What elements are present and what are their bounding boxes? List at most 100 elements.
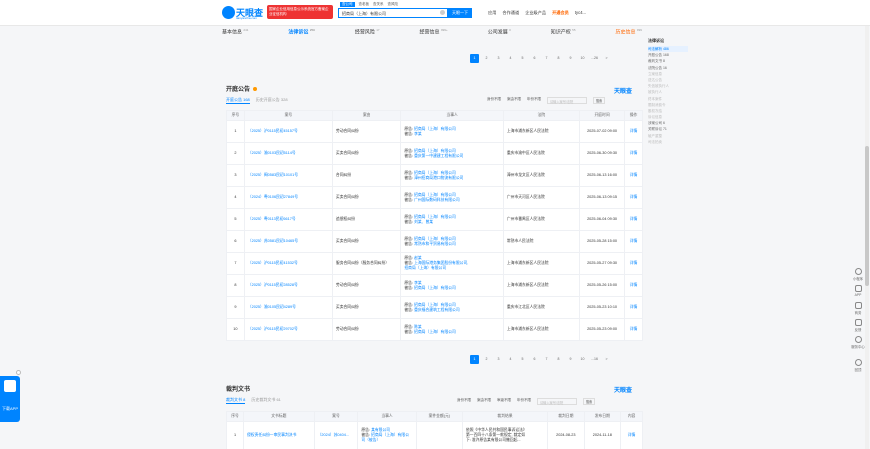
nav-enterprise[interactable]: 企业级产品: [525, 10, 546, 16]
detail-link[interactable]: 详情: [620, 421, 643, 449]
hearings-search-input[interactable]: 请输入案号/法院: [547, 97, 587, 104]
page-button[interactable]: 1: [470, 355, 479, 364]
page-button[interactable]: 6: [530, 54, 539, 63]
filter-role-dropdown[interactable]: 身份不限: [457, 398, 471, 405]
document-title-link[interactable]: 侵权责任纠纷一审民事判决书: [243, 421, 315, 449]
filter-year-dropdown[interactable]: 年份不限: [527, 97, 541, 104]
party-line[interactable]: 招商局（上海）有限公司: [404, 266, 499, 271]
case-number-link[interactable]: （2025）渝0103民初5114号: [243, 142, 333, 165]
party-name-link[interactable]: 李某: [414, 132, 422, 136]
page-button[interactable]: 3: [494, 54, 503, 63]
filter-reason-dropdown[interactable]: 案由不限: [477, 398, 491, 405]
page-button[interactable]: 7: [542, 54, 551, 63]
page-button[interactable]: 8: [554, 355, 563, 364]
detail-link[interactable]: 详情: [624, 142, 643, 165]
page-button[interactable]: 9: [566, 355, 575, 364]
page-button[interactable]: 6: [530, 355, 539, 364]
page-button[interactable]: ...16: [590, 355, 599, 364]
party-line[interactable]: 被告: 常熟市和平贸易有限公司: [404, 242, 499, 247]
case-number-link[interactable]: （2025）沪0115民初45157号: [243, 120, 333, 143]
detail-link[interactable]: 详情: [624, 274, 643, 297]
case-number-link[interactable]: （2025）粤0113民初6617号: [243, 208, 333, 231]
nav-vip[interactable]: 开通会员: [552, 10, 569, 16]
tab-ip[interactable]: 知识产权 55: [551, 28, 576, 37]
party-line[interactable]: 被告: 漳州招商局港口物流有限公司: [404, 176, 499, 181]
tab-operating-info[interactable]: 经营信息 999+: [420, 28, 448, 37]
next-page-button[interactable]: >: [602, 54, 611, 63]
nav-partners[interactable]: 合作通道: [502, 10, 519, 16]
party-name-link[interactable]: 重庆福合建筑工程有限公司: [414, 308, 460, 312]
detail-link[interactable]: 详情: [624, 252, 643, 275]
party-line[interactable]: 被告: 广州国际数码科技有限公司: [404, 198, 499, 203]
page-button[interactable]: 1: [470, 54, 479, 63]
party-name-link[interactable]: 李某: [414, 281, 422, 285]
nav-user[interactable]: tyc4...: [575, 10, 586, 16]
tab-hearings-history[interactable]: 历史开庭公告 328: [256, 97, 288, 104]
site-logo[interactable]: 天眼查 tianyancha.com: [222, 6, 266, 20]
search-input[interactable]: 招商局（上海）有限公司: [338, 8, 448, 18]
party-line[interactable]: 被告: 招商局（上海）有限公司: [404, 330, 499, 335]
page-button[interactable]: 4: [506, 54, 515, 63]
page-button[interactable]: ...26: [590, 54, 599, 63]
tab-operating-risk[interactable]: 经营风险 17: [355, 28, 380, 37]
case-number-link[interactable]: （2024）粤0106民初27849号: [243, 186, 333, 209]
download-app-float[interactable]: 下载APP: [0, 370, 21, 422]
page-button[interactable]: 2: [482, 54, 491, 63]
detail-link[interactable]: 详情: [624, 186, 643, 209]
detail-link[interactable]: 详情: [624, 120, 643, 143]
scrollbar-thumb[interactable]: [865, 146, 869, 286]
party-line[interactable]: 被告: 招商局（上海）有限公司（被告）: [361, 433, 412, 443]
case-number-link[interactable]: （2025）苏0581民初10465号: [243, 230, 333, 253]
party-name-link[interactable]: 上海国际港务集团股份有限公司,: [414, 261, 468, 265]
detail-link[interactable]: 详情: [624, 230, 643, 253]
close-icon[interactable]: [16, 370, 21, 375]
search-tab[interactable]: 查公司: [340, 2, 355, 7]
detail-link[interactable]: 详情: [624, 164, 643, 187]
page-button[interactable]: 8: [554, 54, 563, 63]
search-tab[interactable]: 查风险: [388, 2, 399, 7]
search-button[interactable]: 天眼一下: [448, 8, 472, 18]
party-name-link[interactable]: 招商局（上海）有限公司: [414, 303, 456, 307]
party-name-link[interactable]: 招商局（上海）有限公司: [414, 171, 456, 175]
page-button[interactable]: 5: [518, 54, 527, 63]
party-name-link[interactable]: 招商局（上海）有限公司: [414, 149, 456, 153]
party-name-link[interactable]: 刘某、曾某: [414, 220, 433, 224]
filter-level-dropdown[interactable]: 审级不限: [497, 398, 511, 405]
case-number-link[interactable]: （2025）沪0115民初29702号: [243, 318, 333, 341]
party-name-link[interactable]: 常熟市和平贸易有限公司: [414, 242, 456, 246]
party-line[interactable]: 被告: 刘某、曾某: [404, 220, 499, 225]
party-name-link[interactable]: 赵某: [414, 256, 422, 260]
page-button[interactable]: 7: [542, 355, 551, 364]
detail-link[interactable]: 详情: [624, 296, 643, 319]
party-name-link[interactable]: 招商局（上海）有限公司: [414, 330, 456, 334]
page-button[interactable]: 3: [494, 355, 503, 364]
tab-basic-info[interactable]: 基本信息 241: [222, 28, 248, 37]
page-button[interactable]: 5: [518, 355, 527, 364]
judgments-search-button[interactable]: 搜索: [583, 398, 595, 405]
party-name-link[interactable]: 招商局（上海）有限公司: [414, 215, 456, 219]
page-scrollbar[interactable]: [865, 26, 869, 449]
page-button[interactable]: 10: [578, 355, 587, 364]
case-number-link[interactable]: （2024）苏0404...: [313, 421, 359, 449]
party-name-link[interactable]: 招商局（上海）有限公司: [414, 237, 456, 241]
tab-judgments-current[interactable]: 裁判文书 8: [226, 397, 246, 404]
party-line[interactable]: 被告: 重庆第一中建建工程有限公司: [404, 154, 499, 159]
party-name-link[interactable]: 招商局（上海）有限公司: [414, 127, 456, 131]
tab-legal[interactable]: 法律诉讼 259: [288, 28, 314, 37]
case-number-link[interactable]: （2025）闽0583民初10101号: [243, 164, 333, 187]
anchor-item[interactable]: 司法拍卖: [648, 139, 688, 145]
party-name-link[interactable]: 漳州招商局港口物流有限公司: [414, 176, 463, 180]
party-name-link[interactable]: 陈某: [414, 325, 422, 329]
party-name-link[interactable]: 广州国际数码科技有限公司: [414, 198, 460, 202]
party-name-link[interactable]: 重庆第一中建建工程有限公司: [414, 154, 463, 158]
tab-development[interactable]: 公司发展 0: [488, 28, 511, 37]
hearings-search-button[interactable]: 搜索: [593, 97, 605, 104]
case-number-link[interactable]: （2025）渝0105民初4289号: [243, 296, 333, 319]
party-line[interactable]: 被告: 李某: [404, 132, 499, 137]
nav-apps[interactable]: 应用: [488, 10, 496, 16]
page-button[interactable]: 10: [578, 54, 587, 63]
case-number-link[interactable]: （2025）沪0115民初41532号: [243, 252, 333, 275]
tab-judgments-history[interactable]: 历史裁判文书 61: [251, 397, 281, 404]
page-button[interactable]: 9: [566, 54, 575, 63]
detail-link[interactable]: 详情: [624, 318, 643, 341]
